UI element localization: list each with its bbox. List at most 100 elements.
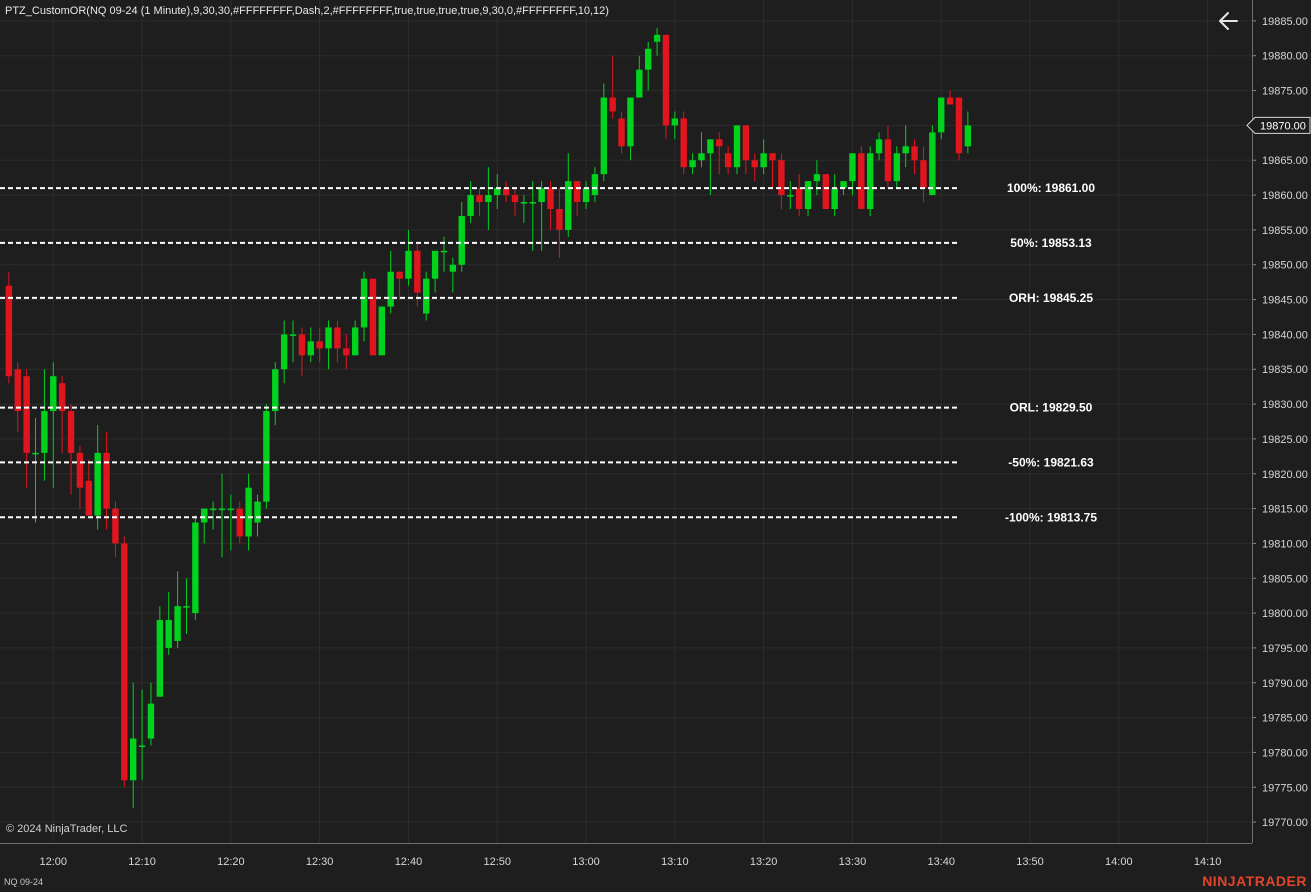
candle-body — [414, 250, 421, 293]
candle-body — [449, 264, 457, 272]
candle-body — [645, 48, 652, 70]
candle-body — [538, 188, 545, 203]
instrument-label: NQ 09-24 — [4, 877, 44, 887]
x-tick-label: 12:00 — [40, 856, 68, 868]
arrow-left-icon[interactable] — [1216, 8, 1242, 34]
candle-body — [76, 452, 84, 488]
candle-body — [671, 118, 679, 126]
candle-body — [582, 188, 590, 203]
candle-body — [964, 125, 972, 147]
current-price-label: 19870.00 — [1260, 120, 1306, 132]
candle-body — [698, 153, 705, 161]
candlestick-chart[interactable]: 19885.00 19880.00 19875.00 19870.00 19865.00… — [0, 0, 1311, 892]
y-tick-label: 19810.00 — [1262, 538, 1308, 550]
y-tick-label: 19860.00 — [1262, 190, 1308, 202]
candle-body — [192, 522, 199, 614]
candle-body — [556, 209, 563, 230]
candle-body — [662, 34, 670, 126]
candle-body — [609, 97, 616, 112]
candle-body — [733, 125, 741, 168]
candle-body — [627, 97, 634, 147]
level-label: -100%: 19813.75 — [1005, 510, 1097, 524]
candle-body — [387, 271, 394, 307]
candle-body — [760, 153, 767, 168]
candle-body — [334, 327, 341, 349]
y-tick-label: 19830.00 — [1262, 399, 1308, 411]
candle-body — [14, 369, 21, 412]
candle-body — [263, 411, 270, 502]
y-tick-label: 19845.00 — [1262, 295, 1308, 307]
level-label: ORL: 19829.50 — [1010, 401, 1093, 415]
candle-body — [32, 452, 39, 455]
candle-body — [431, 250, 439, 279]
candle-body — [201, 508, 208, 523]
candle-body — [849, 153, 856, 182]
candle-body — [929, 132, 936, 196]
x-tick-label: 14:00 — [1105, 856, 1133, 868]
candle-body — [156, 620, 164, 697]
y-tick-label: 19805.00 — [1262, 573, 1308, 585]
candle-body — [50, 376, 57, 412]
candle-body — [494, 188, 501, 196]
candle-body — [165, 620, 172, 648]
candle-body — [325, 327, 332, 349]
candle-body — [280, 334, 288, 370]
candle-body — [875, 139, 883, 154]
candle-body — [831, 188, 838, 210]
candle-body — [423, 278, 430, 314]
candle-body — [396, 271, 403, 279]
candle-body — [218, 508, 226, 511]
x-tick-label: 13:50 — [1016, 856, 1044, 868]
y-tick-label: 19835.00 — [1262, 364, 1308, 376]
x-tick-label: 13:40 — [927, 856, 955, 868]
candle-body — [138, 745, 146, 747]
level-label: 100%: 19861.00 — [1007, 181, 1095, 195]
candle-body — [307, 341, 314, 356]
x-tick-label: 13:30 — [839, 856, 867, 868]
level-label: ORH: 19845.25 — [1009, 291, 1093, 305]
y-tick-label: 19885.00 — [1262, 16, 1308, 28]
x-tick-label: 12:40 — [395, 856, 423, 868]
candle-body — [343, 348, 350, 356]
candle-body — [618, 118, 625, 147]
candle-body — [41, 411, 48, 453]
candle-body — [724, 153, 732, 168]
copyright-label: © 2024 NinjaTrader, LLC — [6, 823, 128, 835]
candle-body — [716, 139, 723, 147]
candle-body — [911, 146, 918, 161]
candle-body — [893, 153, 901, 182]
candle-body — [795, 188, 803, 210]
candle-body — [707, 139, 714, 154]
candle-body — [369, 278, 377, 356]
x-tick-label: 12:30 — [306, 856, 334, 868]
candle-body — [405, 250, 412, 279]
candle-body — [742, 125, 750, 161]
candle-body — [174, 606, 181, 641]
indicator-title: PTZ_CustomOR(NQ 09-24 (1 Minute),9,30,30… — [5, 5, 609, 17]
candle-body — [680, 118, 687, 168]
y-tick-label: 19780.00 — [1262, 747, 1308, 759]
candle-body — [378, 306, 386, 356]
candle-body — [112, 508, 119, 544]
candle-body — [840, 181, 847, 189]
candle-body — [183, 606, 190, 608]
y-tick-label: 19850.00 — [1262, 260, 1308, 272]
candle-body — [751, 160, 758, 168]
candle-body — [476, 195, 483, 203]
x-tick-label: 12:10 — [128, 856, 156, 868]
candle-body — [529, 202, 536, 204]
x-tick-label: 12:20 — [217, 856, 245, 868]
y-tick-label: 19785.00 — [1262, 713, 1308, 725]
candle-body — [938, 97, 945, 133]
candle-body — [520, 202, 528, 204]
y-tick-label: 19875.00 — [1262, 86, 1308, 98]
x-tick-label: 12:50 — [483, 856, 511, 868]
x-tick-label: 13:20 — [750, 856, 778, 868]
candle-body — [547, 188, 554, 210]
x-tick-label: 14:10 — [1194, 856, 1222, 868]
candle-body — [689, 160, 696, 168]
candle-body — [209, 508, 217, 511]
candle-body — [67, 411, 75, 453]
candle-body — [316, 341, 323, 349]
candle-body — [920, 160, 927, 189]
